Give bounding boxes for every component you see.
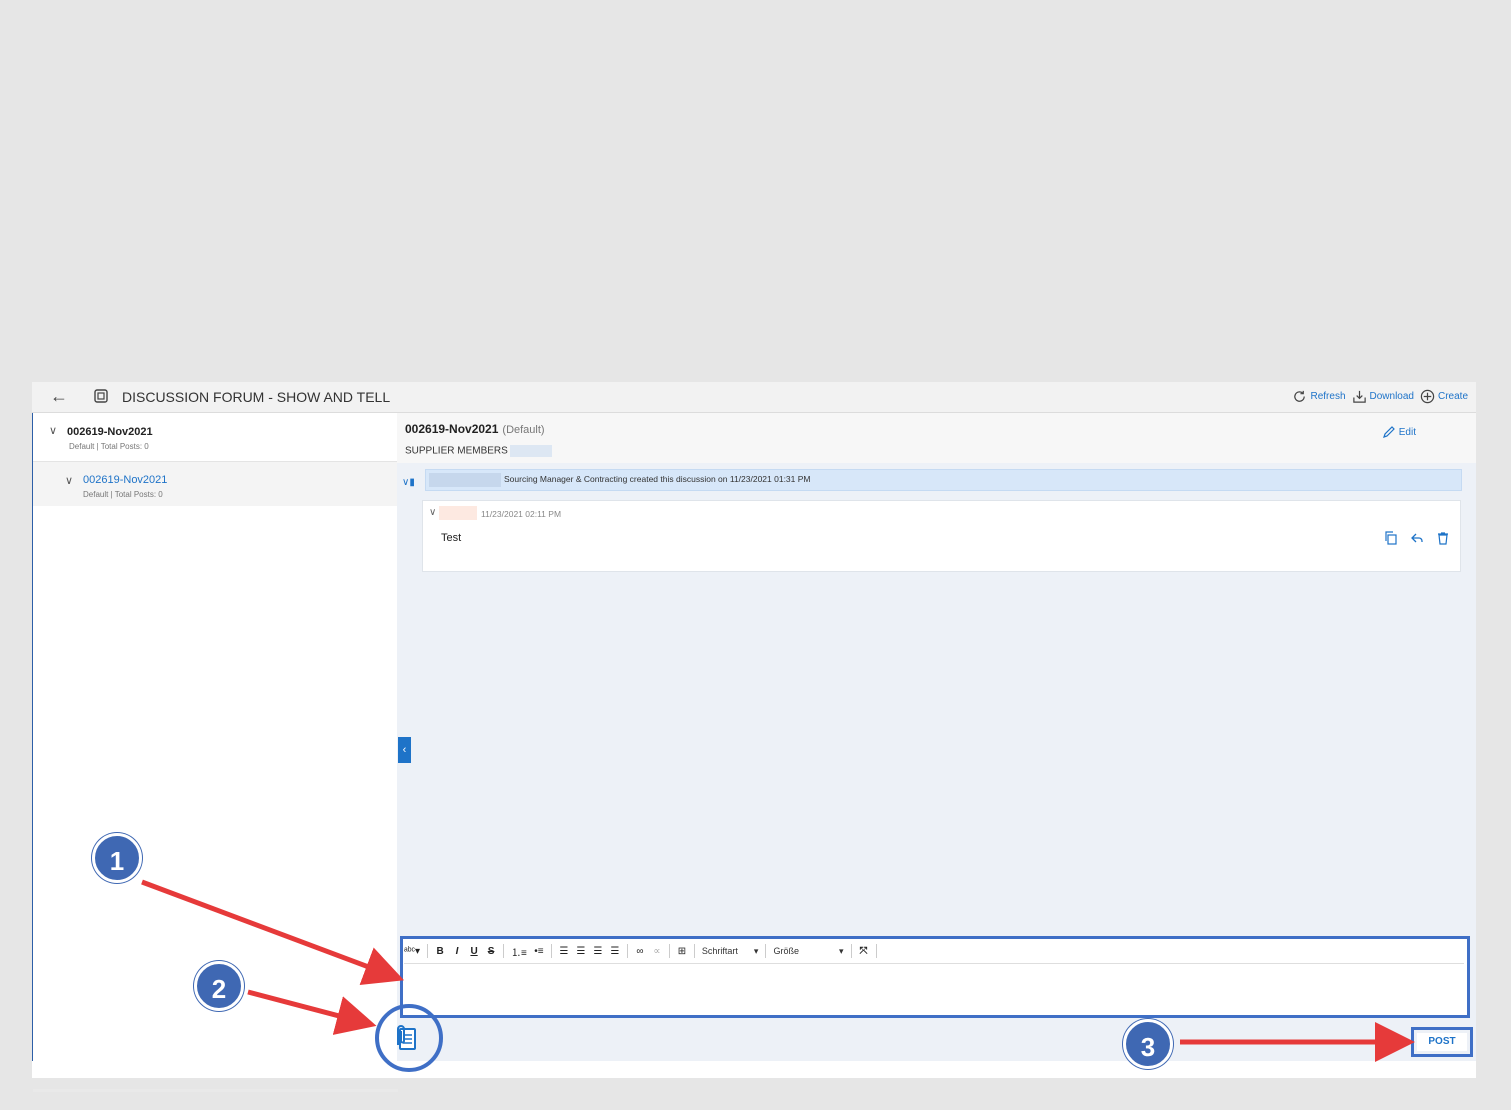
link-icon[interactable]: ∞ [635,946,645,957]
spellcheck-icon[interactable]: ᵃᵇᶜ▾ [404,946,420,957]
post-date: 11/23/2021 02:11 PM [481,509,562,519]
redacted-author [439,506,477,520]
size-dropdown[interactable]: Größe ▾ [773,946,843,957]
tree-item-meta: Default | Total Posts: 0 [69,442,149,451]
tree-item-name: 002619-Nov2021 [83,474,168,486]
default-tag: (Default) [502,424,545,436]
post-text: Test [441,532,462,544]
align-right-icon[interactable]: ☰ [593,946,603,957]
tree-item-root[interactable]: ∨ 002619-Nov2021 Default | Total Posts: … [33,413,398,459]
callout-2: 2 [194,961,244,1011]
pencil-icon [1382,426,1395,438]
copy-icon[interactable] [1384,531,1398,545]
table-icon[interactable]: ⊞ [677,946,687,957]
chevron-down-icon[interactable]: ∨▮ [402,477,415,488]
font-dropdown[interactable]: Schriftart ▾ [702,946,759,957]
discussion-header: 002619-Nov2021 (Default) SUPPLIER MEMBERS… [397,413,1476,463]
divider [875,944,877,958]
unlink-icon[interactable]: ∝ [652,946,662,957]
rich-text-editor: ᵃᵇᶜ▾ B I U S ⒈≡ •≡ ☰ ☰ ☰ ☰ ∞ ∝ ⊞ Schrift… [400,936,1470,1018]
justify-icon[interactable]: ☰ [610,946,620,957]
discussion-title: 002619-Nov2021 (Default) [405,422,545,436]
divider [693,944,695,958]
divider [626,944,628,958]
header-actions: Refresh Download Create [1292,389,1468,404]
italic-button[interactable]: I [452,946,462,957]
divider [550,944,552,958]
chevron-down-icon[interactable]: ∨ [65,474,73,487]
supplier-members: SUPPLIER MEMBERS [405,445,552,457]
editor-text-area[interactable] [404,967,1462,1007]
divider [668,944,670,958]
post-actions [1384,531,1450,545]
callout-3: 3 [1123,1019,1173,1069]
strikethrough-button[interactable]: S [486,946,496,957]
bold-button[interactable]: B [435,946,445,957]
banner-text: Sourcing Manager & Contracting created t… [504,474,811,484]
download-icon [1352,390,1366,403]
chevron-down-icon[interactable]: ∨ [49,424,57,437]
divider [850,944,852,958]
attachment-icon[interactable] [390,1023,420,1053]
discussion-panel: 002619-Nov2021 (Default) SUPPLIER MEMBERS… [397,413,1476,1061]
redacted-creator [429,473,501,487]
collapse-panel-button[interactable]: ‹ [398,737,411,763]
refresh-button[interactable]: Refresh [1292,389,1346,404]
edit-button[interactable]: Edit [1382,425,1416,439]
chevron-down-icon[interactable]: ∨ [429,507,436,518]
maximize-icon[interactable]: ⤧ [859,946,869,957]
post-card: ∨ 11/23/2021 02:11 PM Test [422,500,1461,572]
align-center-icon[interactable]: ☰ [576,946,586,957]
divider [765,944,767,958]
divider [427,944,429,958]
plus-circle-icon [1420,389,1435,404]
post-button[interactable]: POST [1417,1033,1467,1051]
download-button[interactable]: Download [1352,389,1414,404]
bullet-list-icon[interactable]: •≡ [534,946,544,957]
reply-icon[interactable] [1410,531,1424,545]
forum-icon [94,389,108,403]
editor-toolbar: ᵃᵇᶜ▾ B I U S ⒈≡ •≡ ☰ ☰ ☰ ☰ ∞ ∝ ⊞ Schrift… [404,939,1464,964]
tree-item-meta: Default | Total Posts: 0 [83,490,163,499]
page-title: DISCUSSION FORUM - SHOW AND TELL [122,389,391,405]
callout-1: 1 [92,833,142,883]
create-button[interactable]: Create [1420,389,1468,404]
header-bar: ← DISCUSSION FORUM - SHOW AND TELL Refre… [32,382,1476,413]
tree-item-name: 002619-Nov2021 [67,426,153,438]
trash-icon[interactable] [1436,531,1450,545]
app-window: ← DISCUSSION FORUM - SHOW AND TELL Refre… [32,382,1476,1092]
divider [503,944,505,958]
refresh-icon [1294,390,1306,402]
align-left-icon[interactable]: ☰ [559,946,569,957]
tree-item-child[interactable]: ∨ 002619-Nov2021 Default | Total Posts: … [33,461,398,506]
underline-button[interactable]: U [469,946,479,957]
numbered-list-icon[interactable]: ⒈≡ [511,944,527,959]
redacted-members [509,445,552,457]
divider [33,1089,398,1092]
discussion-banner: Sourcing Manager & Contracting created t… [425,469,1462,491]
back-arrow-icon[interactable]: ← [50,386,68,407]
